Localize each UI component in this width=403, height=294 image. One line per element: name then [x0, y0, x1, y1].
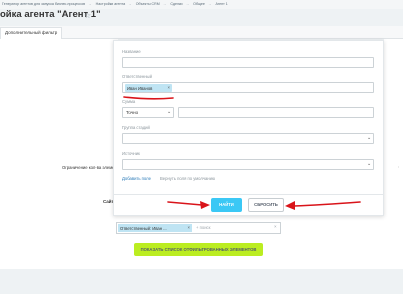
- find-button[interactable]: НАЙТИ: [211, 198, 242, 212]
- name-input[interactable]: [122, 57, 374, 68]
- add-field-link[interactable]: Добавить поле: [122, 176, 151, 181]
- breadcrumb-item[interactable]: Общее: [193, 2, 205, 6]
- responsible-tag-label: Иван Иванов: [127, 85, 153, 91]
- breadcrumb-item[interactable]: Генератор агентов для запуска бизнес-про…: [2, 2, 85, 6]
- chevron-down-icon: ⌄: [367, 161, 372, 167]
- tab-additional-filter[interactable]: Дополнительный фильтр: [0, 27, 63, 39]
- reset-button[interactable]: СБРОСИТЬ: [248, 198, 284, 212]
- source-select[interactable]: [122, 159, 374, 170]
- source-label: Источник: [122, 151, 140, 156]
- stage-group-select[interactable]: [122, 133, 374, 144]
- close-icon[interactable]: ×: [168, 85, 170, 90]
- field-suffix: :: [398, 164, 400, 169]
- content-panel: [0, 39, 118, 269]
- breadcrumb-separator: →: [88, 2, 92, 6]
- breadcrumb-item[interactable]: Настройки агента: [96, 2, 125, 6]
- responsible-label: Ответственный: [122, 74, 152, 79]
- name-label: Название: [122, 49, 141, 54]
- reset-fields-link[interactable]: Вернуть поля по умолчанию: [160, 176, 215, 181]
- search-input[interactable]: + поиск: [196, 225, 210, 230]
- responsible-tag[interactable]: Иван Иванов ×: [125, 84, 172, 92]
- stage-group-label: Группа стадий: [122, 125, 150, 130]
- page-footer: [0, 269, 403, 294]
- show-filtered-list-button[interactable]: ПОКАЗАТЬ СПИСОК ОТФИЛЬТРОВАННЫХ ЭЛЕМЕНТО…: [134, 243, 263, 256]
- filter-chip-label: Ответственный: Иван ...: [120, 225, 167, 231]
- breadcrumb: Генератор агентов для запуска бизнес-про…: [0, 0, 403, 9]
- clear-icon[interactable]: ×: [274, 224, 277, 229]
- amount-input[interactable]: [178, 107, 374, 118]
- breadcrumb-item: Агент 1: [215, 2, 228, 6]
- breadcrumb-separator: →: [185, 2, 190, 6]
- breadcrumb-separator: →: [207, 2, 212, 6]
- close-icon[interactable]: ×: [188, 225, 190, 230]
- breadcrumb-separator: →: [162, 2, 167, 6]
- content-panel-right: [384, 39, 403, 269]
- popup-divider: [113, 194, 384, 195]
- breadcrumb-separator: →: [128, 2, 132, 6]
- breadcrumb-item[interactable]: Сделки: [170, 2, 182, 6]
- amount-mode-value: Точно: [126, 110, 139, 115]
- breadcrumb-item[interactable]: Объекты CRM: [136, 2, 160, 6]
- filter-chip[interactable]: Ответственный: Иван ... ×: [118, 224, 192, 232]
- chevron-down-icon: ⌄: [167, 109, 172, 115]
- amount-label: Сумма: [122, 99, 136, 104]
- star-icon[interactable]: ☆: [84, 11, 91, 20]
- chevron-down-icon: ⌄: [367, 135, 372, 141]
